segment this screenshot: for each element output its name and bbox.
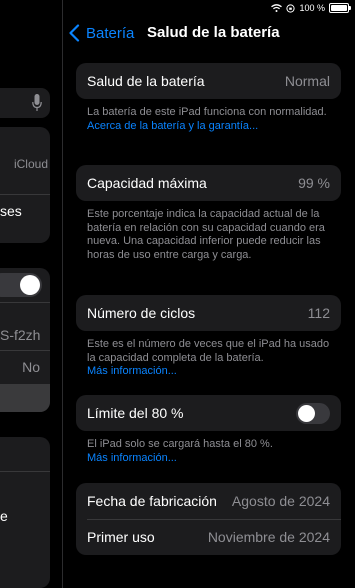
- limit-footnote-text: El iPad solo se cargará hasta el 80 %.: [87, 438, 273, 450]
- capacity-group: Capacidad máxima 99 %: [76, 165, 341, 201]
- capacity-footnote: Este porcentaje indica la capacidad actu…: [87, 208, 325, 261]
- split-divider: [62, 0, 63, 588]
- sidebar-account-group: [0, 127, 50, 243]
- sidebar-item-partial-1[interactable]: ses: [0, 203, 22, 219]
- manufacture-date-row: Fecha de fabricación Agosto de 2024: [76, 483, 341, 519]
- charge-limit-toggle[interactable]: [296, 402, 330, 424]
- maximum-capacity-row: Capacidad máxima 99 %: [76, 165, 341, 201]
- first-use-value: Noviembre de 2024: [207, 529, 330, 545]
- sidebar-item-partial-2[interactable]: S-f2zh: [0, 327, 40, 343]
- first-use-row: Primer uso Noviembre de 2024: [76, 519, 341, 555]
- page-title: Salud de la batería: [147, 24, 280, 41]
- microphone-icon[interactable]: [32, 94, 42, 112]
- sidebar-item-partial-3[interactable]: e: [0, 508, 8, 524]
- battery-icon: [329, 3, 351, 13]
- maximum-capacity-label: Capacidad máxima: [87, 175, 207, 191]
- cycles-group: Número de ciclos 112: [76, 295, 341, 331]
- status-bar: 100 %: [271, 3, 351, 13]
- manufacture-date-value: Agosto de 2024: [231, 493, 330, 509]
- sidebar-item-selected[interactable]: [0, 384, 50, 412]
- limit-footnote: El iPad solo se cargará hasta el 80 %. M…: [87, 438, 339, 465]
- back-button[interactable]: Batería: [68, 22, 134, 44]
- limit-group: Límite del 80 %: [76, 395, 341, 431]
- cycle-count-value: 112: [307, 305, 330, 321]
- sidebar-icloud-label: iCloud: [13, 157, 48, 171]
- cycles-footnote: Este es el número de veces que el iPad h…: [87, 338, 339, 379]
- wifi-icon: [271, 4, 283, 12]
- chevron-left-icon: [69, 24, 80, 42]
- health-footnote-text: La batería de este iPad funciona con nor…: [87, 106, 327, 118]
- cycle-count-row: Número de ciclos 112: [76, 295, 341, 331]
- battery-percentage: 100 %: [299, 3, 325, 13]
- charge-limit-row: Límite del 80 %: [76, 395, 341, 431]
- sidebar: iCloud ses S-f2zh No e: [0, 0, 62, 588]
- battery-health-label: Salud de la batería: [87, 73, 205, 89]
- sidebar-item-value: No: [22, 359, 40, 375]
- first-use-label: Primer uso: [87, 529, 155, 545]
- battery-health-row: Salud de la batería Normal: [76, 63, 341, 99]
- charge-limit-label: Límite del 80 %: [87, 405, 184, 421]
- cycle-count-label: Número de ciclos: [87, 305, 196, 321]
- sidebar-toggle[interactable]: [0, 273, 42, 297]
- battery-warranty-link[interactable]: Acerca de la batería y la garantía...: [87, 120, 258, 132]
- health-group: Salud de la batería Normal: [76, 63, 341, 99]
- cycles-more-info-link[interactable]: Más información...: [87, 365, 177, 377]
- maximum-capacity-value: 99 %: [298, 175, 330, 191]
- health-footnote: La batería de este iPad funciona con nor…: [87, 106, 339, 133]
- cycles-footnote-text: Este es el número de veces que el iPad h…: [87, 338, 330, 364]
- back-button-label: Batería: [86, 24, 135, 42]
- manufacture-date-label: Fecha de fabricación: [87, 493, 217, 509]
- limit-more-info-link[interactable]: Más información...: [87, 452, 177, 464]
- dates-group: Fecha de fabricación Agosto de 2024 Prim…: [76, 483, 341, 555]
- orientation-lock-icon: [286, 3, 296, 13]
- battery-health-value: Normal: [284, 73, 330, 89]
- search-field[interactable]: [0, 88, 50, 118]
